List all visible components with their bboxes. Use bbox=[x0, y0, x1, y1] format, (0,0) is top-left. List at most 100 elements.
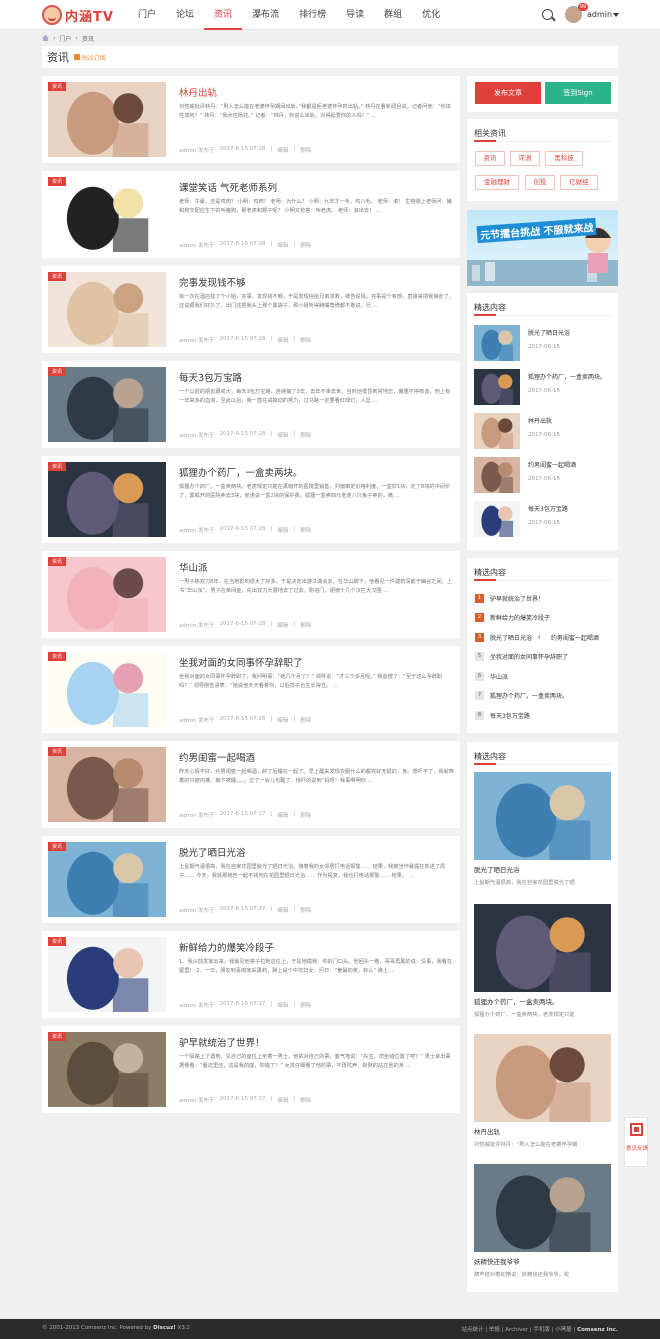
search-icon[interactable] bbox=[542, 9, 553, 20]
article-author[interactable]: admin 发布于 bbox=[179, 621, 214, 629]
ranking-item[interactable]: 6 华山派 bbox=[475, 671, 508, 681]
featured-title[interactable]: 每天3包万宝路 bbox=[528, 504, 568, 513]
article-title[interactable]: 脱光了晒日光浴 bbox=[179, 845, 246, 859]
article-thumbnail[interactable]: 资讯 bbox=[48, 462, 166, 537]
edit-link[interactable]: 编辑 bbox=[277, 241, 288, 249]
article-title[interactable]: 完事发现钱不够 bbox=[179, 275, 246, 289]
related-tag[interactable]: 创投 bbox=[525, 175, 555, 190]
nav-waterfall[interactable]: 瀑布流 bbox=[242, 0, 289, 30]
edit-link[interactable]: 编辑 bbox=[277, 526, 288, 534]
picture-thumbnail[interactable] bbox=[474, 1164, 611, 1252]
edit-link[interactable]: 编辑 bbox=[277, 431, 288, 439]
article-author[interactable]: admin 发布于 bbox=[179, 1096, 214, 1104]
delete-link[interactable]: 删除 bbox=[300, 906, 311, 914]
article-thumbnail[interactable]: 资讯 bbox=[48, 557, 166, 632]
rank-title[interactable]: 坐我对面的女同事怀孕辞职了 bbox=[490, 652, 568, 661]
picture-title[interactable]: 脱光了晒日光浴 bbox=[474, 864, 520, 874]
footer-brand[interactable]: Discuz! bbox=[153, 1325, 176, 1331]
category-tag[interactable]: 资讯 bbox=[48, 367, 67, 376]
username[interactable]: admin bbox=[587, 10, 612, 19]
article-title[interactable]: 新鲜给力的爆笑冷段子 bbox=[179, 940, 274, 954]
post-article-button[interactable]: 发布文章 bbox=[475, 82, 541, 104]
rss-link[interactable]: RSS订阅 bbox=[82, 53, 106, 62]
delete-link[interactable]: 删除 bbox=[300, 621, 311, 629]
article-thumbnail[interactable]: 资讯 bbox=[48, 272, 166, 347]
rank-title[interactable]: 约男闺蜜一起喝酒 bbox=[551, 633, 599, 642]
edit-link[interactable]: 编辑 bbox=[277, 1096, 288, 1104]
article-thumbnail[interactable]: 资讯 bbox=[48, 747, 166, 822]
category-tag[interactable]: 资讯 bbox=[48, 842, 67, 851]
category-tag[interactable]: 资讯 bbox=[48, 557, 67, 566]
related-tag[interactable]: 资讯 bbox=[475, 151, 505, 166]
rank-title[interactable]: 华山派 bbox=[490, 672, 508, 681]
edit-link[interactable]: 编辑 bbox=[277, 811, 288, 819]
picture-thumbnail[interactable] bbox=[474, 904, 611, 992]
delete-link[interactable]: 删除 bbox=[300, 241, 311, 249]
feedback-widget[interactable]: 意见反馈 bbox=[624, 1117, 648, 1167]
featured-title[interactable]: 脱光了晒日光浴 bbox=[528, 328, 570, 337]
article-title[interactable]: 林丹出轨 bbox=[179, 85, 217, 99]
rank-title[interactable]: 新鲜给力的爆笑冷段子 bbox=[490, 613, 550, 622]
article-title[interactable]: 约男闺蜜一起喝酒 bbox=[179, 750, 255, 764]
category-tag[interactable]: 资讯 bbox=[48, 177, 67, 186]
article-thumbnail[interactable]: 资讯 bbox=[48, 1032, 166, 1107]
article-title[interactable]: 坐我对面的女同事怀孕辞职了 bbox=[179, 655, 303, 669]
article-author[interactable]: admin 发布于 bbox=[179, 1001, 214, 1009]
picture-thumbnail[interactable] bbox=[474, 1034, 611, 1122]
sign-in-button[interactable]: 签到Sign bbox=[545, 82, 611, 104]
chevron-down-icon[interactable] bbox=[613, 13, 619, 17]
featured-thumbnail[interactable] bbox=[474, 325, 520, 361]
nav-news[interactable]: 资讯 bbox=[204, 0, 243, 30]
ranking-item[interactable]: 3 脱光了晒日光浴 4 约男闺蜜一起喝酒 bbox=[475, 632, 599, 642]
picture-thumbnail[interactable] bbox=[474, 772, 611, 860]
nav-ranking[interactable]: 排行榜 bbox=[289, 0, 336, 30]
article-author[interactable]: admin 发布于 bbox=[179, 526, 214, 534]
featured-title[interactable]: 狐狸办个药厂，一盒卖两块。 bbox=[528, 372, 606, 381]
related-tag[interactable]: 金融理财 bbox=[475, 175, 519, 190]
article-title[interactable]: 狐狸办个药厂，一盒卖两块。 bbox=[179, 465, 303, 479]
ranking-item[interactable]: 5 坐我对面的女同事怀孕辞职了 bbox=[475, 652, 568, 662]
nav-optimize[interactable]: 优化 bbox=[412, 0, 450, 30]
ad-banner[interactable]: 元节擂台挑战 不服就来战 bbox=[467, 210, 618, 286]
category-tag[interactable]: 资讯 bbox=[48, 937, 67, 946]
featured-title[interactable]: 约男闺蜜一起喝酒 bbox=[528, 460, 576, 469]
related-tag[interactable]: 亿财经 bbox=[560, 175, 598, 190]
edit-link[interactable]: 编辑 bbox=[277, 906, 288, 914]
article-author[interactable]: admin 发布于 bbox=[179, 716, 214, 724]
featured-thumbnail[interactable] bbox=[474, 457, 520, 493]
edit-link[interactable]: 编辑 bbox=[277, 621, 288, 629]
delete-link[interactable]: 删除 bbox=[300, 811, 311, 819]
edit-link[interactable]: 编辑 bbox=[277, 336, 288, 344]
featured-title[interactable]: 林丹出轨 bbox=[528, 416, 552, 425]
category-tag[interactable]: 资讯 bbox=[48, 272, 67, 281]
article-thumbnail[interactable]: 资讯 bbox=[48, 937, 166, 1012]
site-logo[interactable]: 内涵TV bbox=[42, 4, 114, 26]
edit-link[interactable]: 编辑 bbox=[277, 716, 288, 724]
article-author[interactable]: admin 发布于 bbox=[179, 146, 214, 154]
nav-groups[interactable]: 群组 bbox=[374, 0, 412, 30]
rank-title[interactable]: 狐狸办个药厂，一盒卖两块。 bbox=[490, 691, 568, 700]
edit-link[interactable]: 编辑 bbox=[277, 146, 288, 154]
delete-link[interactable]: 删除 bbox=[300, 336, 311, 344]
category-tag[interactable]: 资讯 bbox=[48, 747, 67, 756]
nav-portal[interactable]: 门户 bbox=[128, 0, 166, 30]
ranking-item[interactable]: 7 狐狸办个药厂，一盒卖两块。 bbox=[475, 691, 568, 701]
category-tag[interactable]: 资讯 bbox=[48, 82, 67, 91]
picture-title[interactable]: 狐狸办个药厂，一盒卖两块。 bbox=[474, 996, 559, 1006]
related-tag[interactable]: 黑科技 bbox=[545, 151, 583, 166]
article-thumbnail[interactable]: 资讯 bbox=[48, 367, 166, 442]
article-thumbnail[interactable]: 资讯 bbox=[48, 652, 166, 727]
article-title[interactable]: 每天3包万宝路 bbox=[179, 370, 242, 384]
article-author[interactable]: admin 发布于 bbox=[179, 241, 214, 249]
nav-guide[interactable]: 导读 bbox=[336, 0, 374, 30]
rank-title[interactable]: 脱光了晒日光浴 bbox=[490, 633, 532, 642]
ranking-item[interactable]: 1 驴早就统治了世界！ bbox=[475, 593, 544, 603]
category-tag[interactable]: 资讯 bbox=[48, 462, 67, 471]
breadcrumb-portal[interactable]: 门户 bbox=[59, 34, 71, 43]
ranking-item[interactable]: 8 每天3包万宝路 bbox=[475, 710, 530, 720]
article-author[interactable]: admin 发布于 bbox=[179, 811, 214, 819]
category-tag[interactable]: 资讯 bbox=[48, 652, 67, 661]
home-icon[interactable] bbox=[42, 35, 49, 41]
picture-title[interactable]: 妖精快还我爷爷 bbox=[474, 1256, 520, 1266]
article-title[interactable]: 华山派 bbox=[179, 560, 208, 574]
